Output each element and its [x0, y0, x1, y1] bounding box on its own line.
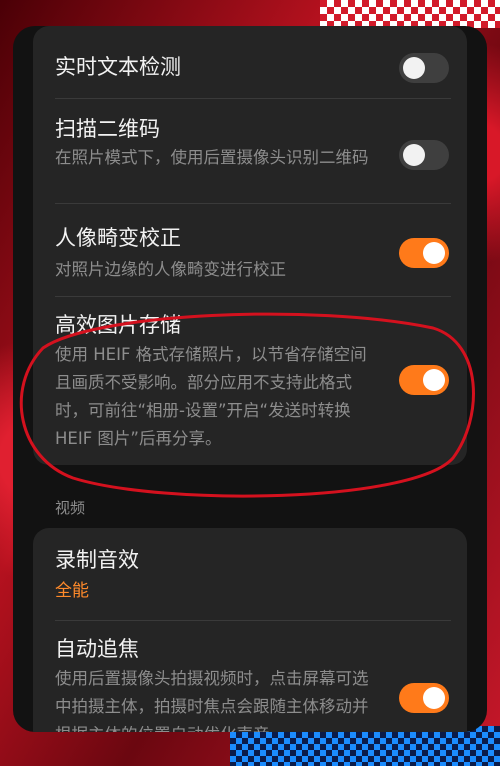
live-text-row[interactable]: 实时文本检测	[33, 26, 467, 98]
qr-scan-description: 在照片模式下，使用后置摄像头识别二维码	[55, 148, 369, 167]
toggle-knob	[423, 242, 445, 264]
qr-scan-row[interactable]: 扫描二维码 在照片模式下，使用后置摄像头识别二维码	[33, 99, 467, 203]
qr-scan-title: 扫描二维码	[55, 117, 160, 141]
video-settings-card: 录制音效 全能 自动追焦 使用后置摄像头拍摄视频时，点击屏幕可选中拍摄主体，拍摄…	[33, 528, 467, 732]
record-audio-title: 录制音效	[55, 548, 139, 572]
portrait-correction-description: 对照片边缘的人像畸变进行校正	[55, 260, 286, 279]
video-section-label: 视频	[55, 499, 86, 517]
checker-pattern-bottom	[230, 726, 500, 766]
portrait-correction-title: 人像畸变校正	[55, 226, 181, 250]
qr-scan-toggle[interactable]	[399, 140, 449, 170]
auto-track-toggle[interactable]	[399, 683, 449, 713]
auto-track-row[interactable]: 自动追焦 使用后置摄像头拍摄视频时，点击屏幕可选中拍摄主体，拍摄时焦点会跟随主体…	[33, 621, 467, 732]
record-audio-value: 全能	[55, 581, 89, 601]
heif-storage-description: 使用 HEIF 格式存储照片，以节省存储空间且画质不受影响。部分应用不支持此格式…	[55, 345, 367, 448]
live-text-title: 实时文本检测	[55, 55, 181, 79]
toggle-knob	[403, 144, 425, 166]
toggle-knob	[423, 369, 445, 391]
portrait-correction-row[interactable]: 人像畸变校正 对照片边缘的人像畸变进行校正	[33, 204, 467, 296]
heif-storage-toggle[interactable]	[399, 365, 449, 395]
heif-storage-title: 高效图片存储	[55, 313, 181, 337]
auto-track-title: 自动追焦	[55, 637, 139, 661]
auto-track-description: 使用后置摄像头拍摄视频时，点击屏幕可选中拍摄主体，拍摄时焦点会跟随主体移动并根据…	[55, 669, 369, 732]
live-text-toggle[interactable]	[399, 53, 449, 83]
settings-screen: 实时文本检测 扫描二维码 在照片模式下，使用后置摄像头识别二维码 人像畸变校正 …	[13, 26, 487, 732]
portrait-correction-toggle[interactable]	[399, 238, 449, 268]
toggle-knob	[423, 687, 445, 709]
heif-storage-row[interactable]: 高效图片存储 使用 HEIF 格式存储照片，以节省存储空间且画质不受影响。部分应…	[33, 297, 467, 465]
camera-settings-card: 实时文本检测 扫描二维码 在照片模式下，使用后置摄像头识别二维码 人像畸变校正 …	[33, 26, 467, 465]
record-audio-row[interactable]: 录制音效 全能	[33, 528, 467, 620]
checker-pattern-top	[320, 0, 500, 28]
toggle-knob	[403, 57, 425, 79]
